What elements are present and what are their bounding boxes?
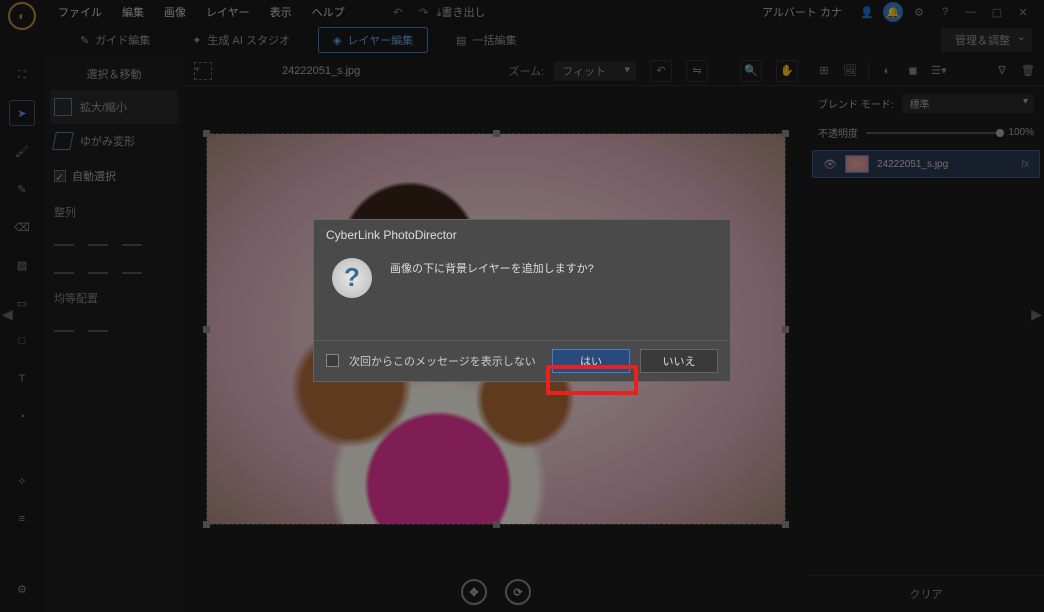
confirm-dialog: CyberLink PhotoDirector ? 画像の下に背景レイヤーを追加… bbox=[313, 219, 731, 382]
no-button[interactable]: いいえ bbox=[640, 349, 718, 373]
modal-overlay: CyberLink PhotoDirector ? 画像の下に背景レイヤーを追加… bbox=[0, 0, 1044, 612]
dialog-message: 画像の下に背景レイヤーを追加しますか? bbox=[390, 258, 594, 276]
question-icon: ? bbox=[332, 258, 372, 298]
dont-show-label: 次回からこのメッセージを表示しない bbox=[349, 353, 542, 369]
dialog-title: CyberLink PhotoDirector bbox=[314, 220, 730, 250]
yes-button[interactable]: はい bbox=[552, 349, 630, 373]
dont-show-checkbox[interactable] bbox=[326, 354, 339, 367]
